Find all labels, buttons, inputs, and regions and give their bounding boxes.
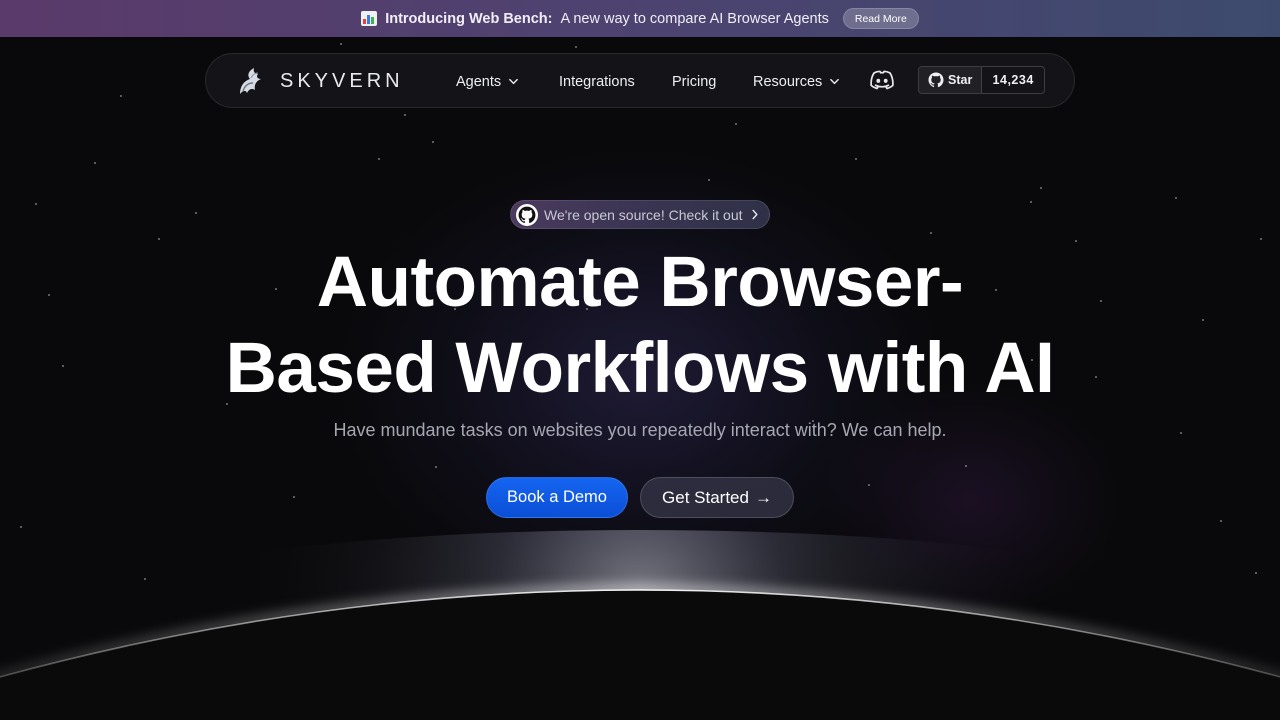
star-dot (930, 232, 932, 234)
github-icon (516, 203, 538, 226)
star-dot (195, 212, 197, 214)
star-dot (94, 162, 96, 164)
brand-name: SKYVERN (280, 69, 404, 92)
brand-logo-link[interactable]: SKYVERN (234, 64, 404, 98)
star-dot (708, 179, 710, 181)
hero-heading: Automate Browser- Based Workflows with A… (140, 240, 1140, 412)
star-dot (120, 95, 122, 97)
star-dot (48, 294, 50, 296)
star-dot (435, 466, 437, 468)
skyvern-logo-icon (240, 68, 261, 94)
star-dot (965, 465, 967, 467)
announcement-title: Introducing Web Bench: (385, 10, 553, 27)
nav-pricing-label: Pricing (672, 73, 717, 90)
open-source-pill-link[interactable]: We're open source! Check it out (510, 200, 770, 229)
nav-integrations-label: Integrations (559, 73, 635, 90)
hero-heading-line1: Automate Browser- (316, 243, 964, 322)
star-dot (144, 578, 146, 580)
star-dot (1255, 572, 1257, 574)
star-dot (855, 158, 857, 160)
discord-icon[interactable] (869, 69, 895, 93)
announcement-bar: Introducing Web Bench: A new way to comp… (0, 0, 1280, 37)
read-more-button[interactable]: Read More (842, 8, 919, 29)
hero-subtitle: Have mundane tasks on websites you repea… (333, 420, 947, 440)
nav-resources-label: Resources (753, 73, 823, 90)
nav-integrations-link[interactable]: Integrations (559, 54, 635, 109)
main-navbar: SKYVERN Agents Integrations Pricing Reso… (205, 53, 1075, 108)
chevron-down-icon (509, 78, 519, 85)
nav-agents-dropdown[interactable]: Agents (456, 54, 519, 109)
github-star-label-group[interactable]: Star (919, 67, 983, 93)
nav-agents-label: Agents (456, 73, 502, 90)
star-dot (378, 158, 380, 160)
star-dot (868, 484, 870, 486)
get-started-button[interactable]: Get Started → (640, 477, 794, 518)
nav-pricing-link[interactable]: Pricing (672, 54, 716, 109)
announcement-text: A new way to compare AI Browser Agents (560, 10, 829, 27)
hero-heading-line2: Based Workflows with AI (225, 329, 1055, 408)
github-star-button[interactable]: Star 14,234 (918, 66, 1045, 94)
bar-chart-icon (361, 11, 378, 26)
get-started-label: Get Started (662, 487, 749, 507)
star-dot (1040, 187, 1042, 189)
star-dot (35, 203, 37, 205)
star-dot (1220, 520, 1222, 522)
chevron-right-icon (752, 209, 758, 220)
landing-page: Introducing Web Bench: A new way to comp… (0, 0, 1280, 720)
star-dot (575, 46, 577, 48)
star-dot (20, 526, 22, 528)
github-icon (928, 72, 944, 88)
chevron-down-icon (830, 78, 840, 85)
star-dot (293, 496, 295, 498)
book-demo-button[interactable]: Book a Demo (486, 477, 628, 518)
star-dot (340, 43, 342, 45)
arrow-right-icon: → (754, 487, 772, 507)
star-dot (432, 141, 434, 143)
star-dot (735, 123, 737, 125)
star-dot (1260, 238, 1262, 240)
open-source-pill-text: We're open source! Check it out (544, 206, 743, 223)
star-dot (62, 365, 64, 367)
star-dot (1175, 197, 1177, 199)
star-dot (404, 114, 406, 116)
github-star-count[interactable]: 14,234 (982, 67, 1044, 93)
github-star-label: Star (948, 73, 973, 87)
purple-background-glow (820, 380, 1120, 620)
star-dot (1030, 201, 1032, 203)
nav-resources-dropdown[interactable]: Resources (753, 54, 840, 109)
star-dot (1180, 432, 1182, 434)
star-dot (1202, 319, 1204, 321)
